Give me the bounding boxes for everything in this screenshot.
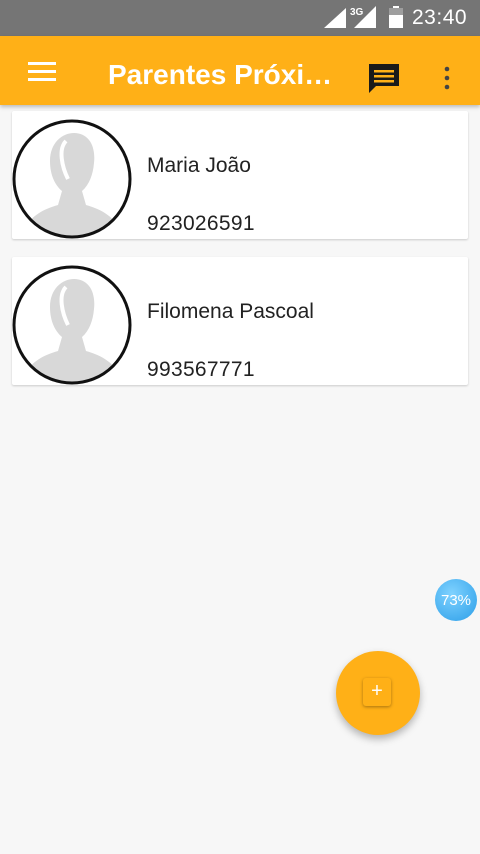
progress-badge[interactable]: 73% xyxy=(435,579,477,621)
clock: 23:40 xyxy=(412,6,468,29)
status-bar: 3G 23:40 xyxy=(0,0,480,36)
contact-name: Filomena Pascoal xyxy=(147,300,314,323)
contact-card[interactable]: Maria João 923026591 xyxy=(12,111,468,239)
avatar xyxy=(12,119,132,239)
app-bar: Parentes Próximos xyxy=(0,36,480,105)
more-vert-icon[interactable] xyxy=(436,64,458,94)
signal-icon xyxy=(324,8,346,28)
chat-icon[interactable] xyxy=(366,61,402,95)
network-type-label: 3G xyxy=(350,7,364,18)
add-icon: + xyxy=(363,678,391,706)
contact-phone: 923026591 xyxy=(147,212,255,235)
add-contact-button[interactable]: + xyxy=(336,651,420,735)
signal-3g-icon: 3G xyxy=(350,6,376,28)
menu-icon[interactable] xyxy=(22,58,62,86)
battery-icon xyxy=(389,6,403,28)
page-title: Parentes Próximos xyxy=(108,59,333,90)
contact-card[interactable]: Filomena Pascoal 993567771 xyxy=(12,257,468,385)
contact-phone: 993567771 xyxy=(147,358,255,381)
contact-list: Maria João 923026591 Filomena Pascoal 99… xyxy=(12,111,468,403)
avatar xyxy=(12,265,132,385)
contact-name: Maria João xyxy=(147,154,251,177)
